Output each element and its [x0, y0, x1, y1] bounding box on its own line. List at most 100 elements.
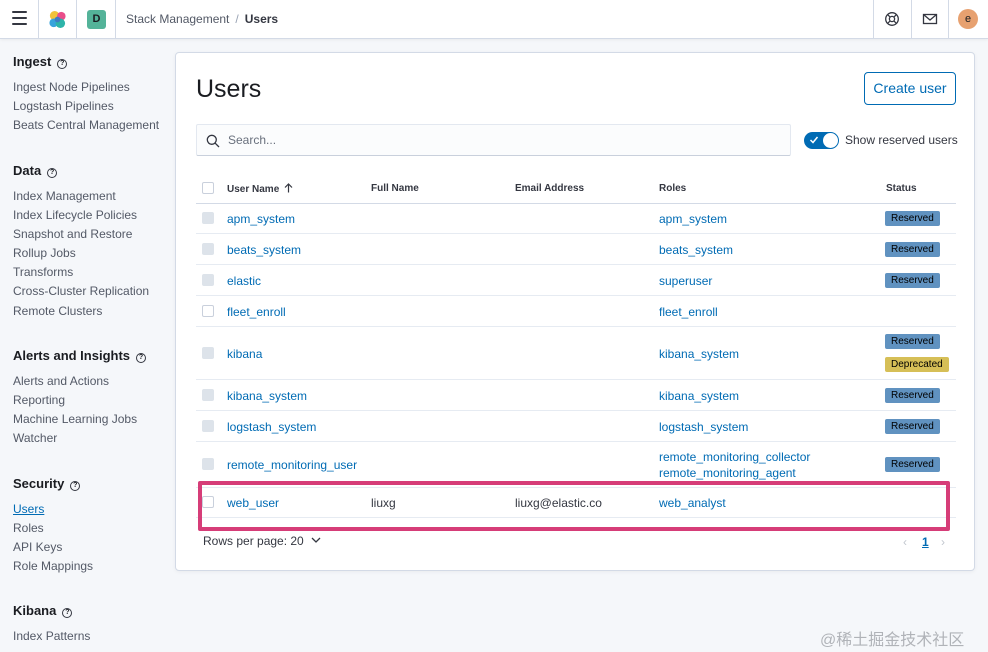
nav-section-title: Alerts and Insights [13, 348, 131, 363]
table-header-divider [196, 203, 956, 204]
pagination-page-1[interactable]: 1 [922, 535, 929, 549]
nav-item-beats-central-management[interactable]: Beats Central Management [13, 118, 159, 132]
username-link[interactable]: logstash_system [227, 420, 316, 434]
breadcrumb-separator: / [235, 12, 239, 26]
role-link[interactable]: remote_monitoring_agent [659, 466, 796, 480]
username-link[interactable]: fleet_enroll [227, 305, 286, 319]
breadcrumb-stack-management[interactable]: Stack Management [126, 12, 229, 26]
sort-ascending-icon [284, 183, 293, 193]
breadcrumb-users: Users [244, 12, 279, 26]
status-badge-deprecated: Deprecated [885, 357, 949, 372]
space-avatar[interactable]: D [87, 10, 106, 29]
full-name-cell: liuxg [371, 496, 396, 510]
username-link[interactable]: apm_system [227, 212, 295, 226]
toggle-knob [823, 133, 838, 148]
nav-item-api-keys[interactable]: API Keys [13, 540, 62, 554]
pagination-next[interactable]: › [941, 535, 945, 549]
help-icon[interactable]: ? [70, 481, 81, 491]
role-link[interactable]: beats_system [659, 243, 733, 257]
column-header-full-name[interactable]: Full Name [371, 183, 419, 194]
pagination-previous[interactable]: ‹ [903, 535, 907, 549]
role-link[interactable]: superuser [659, 274, 712, 288]
row-divider [196, 410, 956, 411]
role-link[interactable]: kibana_system [659, 347, 739, 361]
status-badge-reserved: Reserved [885, 242, 940, 257]
create-user-button[interactable]: Create user [864, 72, 956, 105]
nav-item-transforms[interactable]: Transforms [13, 265, 73, 279]
username-link[interactable]: beats_system [227, 243, 301, 257]
row-divider [196, 379, 956, 380]
search-icon [206, 134, 220, 148]
check-icon [809, 136, 819, 144]
show-reserved-label[interactable]: Show reserved users [845, 133, 958, 147]
row-divider [196, 487, 956, 488]
nav-item-cross-cluster-replication[interactable]: Cross-Cluster Replication [13, 284, 149, 298]
column-header-email-address[interactable]: Email Address [515, 183, 584, 194]
help-icon[interactable]: ? [62, 608, 73, 618]
status-badge-reserved: Reserved [885, 388, 940, 403]
nav-item-remote-clusters[interactable]: Remote Clusters [13, 304, 102, 318]
nav-item-alerts-and-actions[interactable]: Alerts and Actions [13, 374, 109, 388]
nav-item-users[interactable]: Users [13, 502, 44, 516]
nav-item-watcher[interactable]: Watcher [13, 431, 57, 445]
nav-item-reporting[interactable]: Reporting [13, 393, 65, 407]
row-divider [196, 264, 956, 265]
username-link[interactable]: web_user [227, 496, 279, 510]
help-icon[interactable]: ? [57, 59, 68, 69]
select-all-checkbox[interactable] [202, 182, 214, 194]
users-panel: Users Create user Show reserved users Us… [175, 52, 975, 571]
nav-item-machine-learning-jobs[interactable]: Machine Learning Jobs [13, 412, 137, 426]
user-avatar[interactable]: e [958, 9, 978, 29]
watermark: @稀土掘金技术社区 [820, 632, 965, 649]
nav-item-index-management[interactable]: Index Management [13, 189, 116, 203]
role-link[interactable]: apm_system [659, 212, 727, 226]
row-checkbox[interactable] [202, 305, 214, 317]
role-link[interactable]: logstash_system [659, 420, 748, 434]
show-reserved-toggle[interactable] [804, 132, 839, 149]
role-link[interactable]: web_analyst [659, 496, 726, 510]
help-icon[interactable]: ? [136, 353, 147, 363]
elastic-logo-icon[interactable] [48, 10, 67, 29]
username-link[interactable]: kibana [227, 347, 262, 361]
status-badge-reserved: Reserved [885, 457, 940, 472]
nav-item-index-lifecycle-policies[interactable]: Index Lifecycle Policies [13, 208, 137, 222]
nav-section-title: Security [13, 476, 65, 491]
row-checkbox[interactable] [202, 496, 214, 508]
help-icon[interactable]: ? [47, 168, 58, 178]
column-header-roles[interactable]: Roles [659, 183, 686, 194]
email-cell: liuxg@elastic.co [515, 496, 602, 510]
username-link[interactable]: elastic [227, 274, 261, 288]
status-badge-reserved: Reserved [885, 273, 940, 288]
rows-per-page-button[interactable]: Rows per page: 20 [203, 534, 321, 548]
top-header: D Stack Management / Users e [0, 0, 988, 39]
search-input[interactable] [228, 125, 783, 155]
username-link[interactable]: kibana_system [227, 389, 307, 403]
username-link[interactable]: remote_monitoring_user [227, 458, 357, 472]
status-badge-reserved: Reserved [885, 334, 940, 349]
nav-item-snapshot-and-restore[interactable]: Snapshot and Restore [13, 227, 132, 241]
role-link[interactable]: fleet_enroll [659, 305, 718, 319]
nav-section-title: Ingest [13, 54, 52, 69]
role-link[interactable]: remote_monitoring_collector [659, 450, 810, 464]
nav-item-index-patterns[interactable]: Index Patterns [13, 629, 90, 643]
column-header-user-name[interactable]: User Name [227, 183, 293, 195]
nav-item-role-mappings[interactable]: Role Mappings [13, 559, 93, 573]
page-title: Users [196, 75, 262, 103]
hamburger-menu-icon[interactable] [12, 11, 27, 25]
role-link[interactable]: kibana_system [659, 389, 739, 403]
row-checkbox [202, 420, 214, 432]
help-menu-icon[interactable] [884, 11, 900, 27]
header-divider [911, 0, 912, 39]
nav-item-ingest-node-pipelines[interactable]: Ingest Node Pipelines [13, 80, 130, 94]
nav-item-logstash-pipelines[interactable]: Logstash Pipelines [13, 99, 114, 113]
mail-icon[interactable] [922, 11, 938, 27]
rows-per-page-label: Rows per page: 20 [203, 534, 304, 548]
breadcrumb: Stack Management / Users [126, 12, 278, 26]
header-divider [873, 0, 874, 39]
nav-item-rollup-jobs[interactable]: Rollup Jobs [13, 246, 76, 260]
row-checkbox [202, 347, 214, 359]
row-divider [196, 517, 956, 518]
nav-section-title: Kibana [13, 603, 57, 618]
nav-item-roles[interactable]: Roles [13, 521, 44, 535]
side-nav: Ingest? Ingest Node Pipelines Logstash P… [0, 40, 175, 652]
